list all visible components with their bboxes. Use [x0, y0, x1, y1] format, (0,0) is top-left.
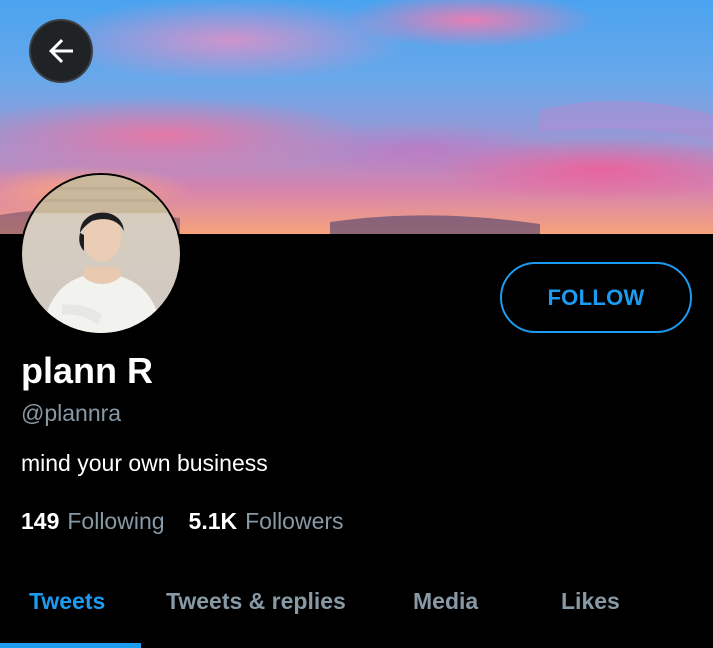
- profile-bio: mind your own business: [21, 450, 268, 476]
- tab-likes[interactable]: Likes: [561, 588, 620, 615]
- tab-tweets[interactable]: Tweets: [29, 588, 105, 615]
- avatar-photo: [22, 175, 180, 333]
- profile-name: plann R: [21, 350, 153, 391]
- follow-button[interactable]: FOLLOW: [500, 262, 692, 333]
- back-button[interactable]: [29, 19, 93, 83]
- profile-tabs: Tweets Tweets & replies Media Likes: [0, 568, 713, 648]
- followers-stat[interactable]: 5.1K Followers: [189, 508, 344, 535]
- followers-label: Followers: [245, 508, 344, 534]
- following-stat[interactable]: 149 Following: [21, 508, 165, 535]
- profile-stats: 149 Following 5.1K Followers: [21, 508, 344, 535]
- tab-tweets-and-replies[interactable]: Tweets & replies: [166, 588, 346, 615]
- following-count: 149: [21, 508, 60, 534]
- following-label: Following: [67, 508, 165, 534]
- profile-handle: @plannra: [21, 400, 122, 426]
- tab-media[interactable]: Media: [413, 588, 478, 615]
- avatar[interactable]: [20, 173, 182, 335]
- arrow-left-icon: [49, 39, 73, 63]
- followers-count: 5.1K: [188, 508, 238, 534]
- active-tab-indicator: [0, 643, 141, 648]
